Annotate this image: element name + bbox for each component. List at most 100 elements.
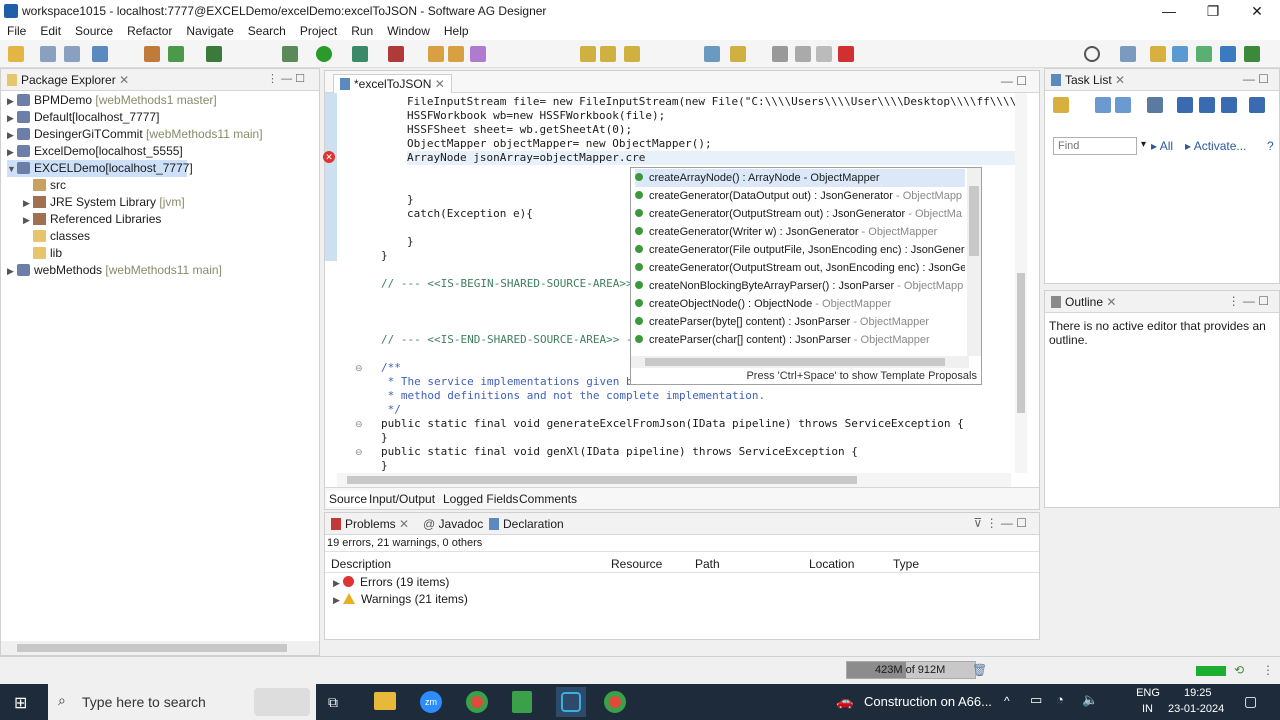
view-menu-icon[interactable]: ⋮ — ☐ [267, 72, 305, 85]
all-link[interactable]: ▸ All [1151, 139, 1173, 153]
tree-item-desingergitcommit[interactable]: ▶ DesingerGiTCommit [webMethods11 main] [7, 126, 263, 143]
problems-row-errors[interactable]: ▶ Errors (19 items) [333, 575, 449, 589]
proposal-item[interactable]: createGenerator(OutputStream out) : Json… [635, 205, 965, 223]
error-marker-icon[interactable]: ✕ [323, 151, 335, 163]
navigate-back-icon[interactable] [624, 46, 640, 62]
battery-icon[interactable]: ▭ [1030, 692, 1042, 708]
tree-item-default[interactable]: ▶ Default[localhost_7777] [7, 109, 159, 126]
new-task-icon[interactable] [1053, 97, 1069, 113]
view-min-max-icon[interactable]: — ☐ [1243, 72, 1269, 86]
chrome-icon[interactable] [604, 691, 626, 713]
tree-item-referenced-libraries[interactable]: ▶ Referenced Libraries [23, 211, 161, 228]
notifications-icon[interactable]: ▢ [1244, 693, 1257, 710]
hide-completed-icon[interactable] [1177, 97, 1193, 113]
maximize-button[interactable]: ❐ [1190, 0, 1236, 22]
popup-horizontal-scrollbar[interactable] [631, 356, 969, 368]
close-tab-icon[interactable]: ✕ [399, 517, 409, 531]
close-tab-icon[interactable]: ✕ [119, 73, 129, 87]
tray-chevron-icon[interactable]: ^ [1004, 694, 1010, 708]
open-folder-icon[interactable] [448, 46, 464, 62]
tree-item-jre[interactable]: ▶ JRE System Library [jvm] [23, 194, 185, 211]
collapse-all-icon[interactable] [1221, 97, 1237, 113]
expand-arrow-icon[interactable]: ▶ [7, 144, 17, 161]
tab-task-list[interactable]: Task List ✕ [1051, 73, 1125, 87]
tab-input-output[interactable]: Input/Output [369, 492, 435, 506]
fold-icon[interactable]: ⊖ [355, 447, 363, 458]
expand-arrow-icon[interactable]: ▶ [7, 110, 17, 127]
tree-item-lib[interactable]: lib [23, 245, 62, 262]
traffic-notification[interactable]: Construction on A66... [864, 694, 992, 709]
open-task-icon[interactable] [470, 46, 486, 62]
column-resource[interactable]: Resource [611, 557, 662, 571]
expand-arrow-icon[interactable]: ▶ [333, 595, 343, 606]
chrome-icon[interactable] [466, 691, 488, 713]
perspective-ui-icon[interactable] [1220, 46, 1236, 62]
scrollbar-thumb[interactable] [17, 644, 287, 652]
proposal-item[interactable]: createParser(char[] content) : JsonParse… [635, 331, 965, 349]
proposal-item[interactable]: createArrayNode() : ArrayNode - ObjectMa… [635, 169, 965, 187]
proposal-item[interactable]: createGenerator(DataOutput out) : JsonGe… [635, 187, 965, 205]
expand-arrow-icon[interactable]: ▶ [23, 212, 33, 229]
package-icon[interactable] [144, 46, 160, 62]
tab-excel-to-json[interactable]: *excelToJSON ✕ [333, 74, 452, 93]
filter-icon[interactable] [1147, 97, 1163, 113]
activate-link[interactable]: ▸ Activate... [1185, 139, 1246, 153]
expand-arrow-icon[interactable]: ▶ [7, 263, 17, 280]
wifi-icon[interactable]: ◔ [1056, 692, 1064, 707]
expand-arrow-icon[interactable]: ▶ [7, 127, 17, 144]
vertical-scrollbar[interactable] [1015, 93, 1027, 473]
external-tools-icon[interactable] [388, 46, 404, 62]
refresh-icon[interactable] [168, 46, 184, 62]
close-tab-icon[interactable]: ✕ [1115, 73, 1125, 87]
forward-arrow-icon[interactable] [600, 46, 616, 62]
notepad-icon[interactable] [512, 691, 532, 713]
undo-icon[interactable] [730, 46, 746, 62]
perspective-icon[interactable] [1120, 46, 1136, 62]
copy-icon[interactable] [795, 46, 811, 62]
tab-source[interactable]: Source [327, 491, 370, 507]
close-tab-icon[interactable]: ✕ [1106, 295, 1116, 309]
horizontal-scrollbar[interactable] [1, 641, 319, 655]
menu-run[interactable]: Run [344, 22, 380, 40]
zoom-icon[interactable]: zm [420, 691, 442, 713]
cut-icon[interactable] [772, 46, 788, 62]
coverage-icon[interactable] [352, 46, 368, 62]
expand-arrow-icon[interactable]: ▶ [23, 195, 33, 212]
menu-project[interactable]: Project [293, 22, 344, 40]
open-type-icon[interactable] [428, 46, 444, 62]
editor-max-icon[interactable]: — ☐ [1001, 74, 1027, 88]
print-icon[interactable] [92, 46, 108, 62]
menu-refactor[interactable]: Refactor [120, 22, 179, 40]
scrollbar-thumb[interactable] [645, 358, 945, 366]
tab-outline[interactable]: Outline ✕ [1051, 295, 1116, 309]
collapse-arrow-icon[interactable]: ▼ [7, 161, 17, 178]
file-explorer-icon[interactable] [374, 692, 396, 710]
problems-row-warnings[interactable]: ▶ Warnings (21 items) [333, 592, 468, 606]
scrollbar-thumb[interactable] [969, 186, 979, 256]
categorize-icon[interactable] [1095, 97, 1111, 113]
close-button[interactable]: ✕ [1234, 0, 1280, 22]
save-icon[interactable] [40, 46, 56, 62]
taskbar-search[interactable]: ⌕ Type here to search [48, 684, 316, 720]
tree-item-classes[interactable]: classes [23, 228, 90, 245]
clock-date[interactable]: 23-01-2024 [1168, 703, 1224, 715]
column-type[interactable]: Type [893, 557, 919, 571]
tree-item-src[interactable]: src [23, 177, 66, 194]
scrollbar-thumb[interactable] [1017, 273, 1025, 413]
minimize-button[interactable]: — [1146, 0, 1192, 22]
language-indicator[interactable]: ENG [1136, 687, 1160, 699]
garbage-collect-icon[interactable]: 🗑 [972, 663, 987, 677]
tree-item-exceldemo-7777[interactable]: ▼ EXCELDemo[localhost_7777] [7, 160, 193, 178]
tree-item-bpmdemo[interactable]: ▶ BPMDemo [webMethods1 master] [7, 92, 217, 109]
task-view-icon[interactable]: ⧉ [328, 694, 338, 711]
horizontal-scrollbar[interactable] [337, 473, 1011, 487]
expand-arrow-icon[interactable]: ▶ [333, 578, 343, 589]
scrollbar-thumb[interactable] [347, 476, 857, 484]
save-all-icon[interactable] [64, 46, 80, 62]
tab-problems[interactable]: Problems ✕ [331, 517, 409, 531]
proposal-item[interactable]: createGenerator(File outputFile, JsonEnc… [635, 241, 965, 259]
perspective-debug-icon[interactable] [1196, 46, 1212, 62]
find-dropdown-icon[interactable]: ▾ [1141, 139, 1146, 150]
column-location[interactable]: Location [809, 557, 854, 571]
perspective-git-icon[interactable] [1244, 46, 1260, 62]
